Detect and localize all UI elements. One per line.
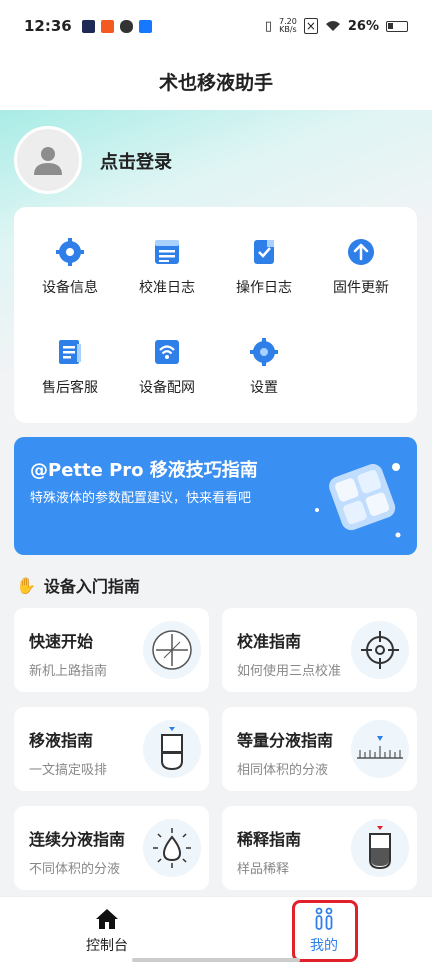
compass-icon: [143, 621, 201, 679]
menu-item-network-config[interactable]: 设备配网: [117, 337, 217, 397]
alipay-notification-icon: [138, 19, 152, 33]
login-link[interactable]: 点击登录: [100, 148, 172, 174]
page-title: 术也移液助手: [158, 71, 273, 94]
guide-section-header: ✋ 设备入门指南: [16, 573, 140, 597]
feature-menu-card: 设备信息 校准日志 操作日志 固件更新 售后客服 设备配网 设置: [14, 207, 417, 423]
dilution-tube-icon: [351, 819, 409, 877]
guide-card-title: 校准指南: [237, 632, 302, 651]
notification-icons: [81, 19, 152, 33]
status-time: 12:36: [24, 17, 72, 35]
gear-icon: [55, 237, 85, 267]
guide-card-title: 连续分液指南: [29, 830, 126, 849]
status-right: ▯ 7.20 KB/s × 26%: [265, 18, 408, 34]
guide-card-pipetting[interactable]: 移液指南 一文搞定吸排: [14, 707, 209, 791]
ruler-icon: [351, 720, 409, 778]
wifi-status-icon: [325, 21, 340, 31]
guide-card-title: 快速开始: [29, 632, 94, 651]
guide-card-dilution[interactable]: 稀释指南 样品稀释: [222, 806, 417, 890]
guide-card-subtitle: 样品稀释: [237, 862, 290, 877]
guide-card-subtitle: 不同体积的分液: [29, 862, 121, 877]
menu-item-settings[interactable]: 设置: [214, 337, 314, 397]
upload-icon: [346, 237, 376, 267]
menu-item-calibration-log[interactable]: 校准日志: [117, 237, 217, 297]
play-notification-icon: [81, 19, 95, 33]
menu-item-operation-log[interactable]: 操作日志: [214, 237, 314, 297]
menu-item-customer-service[interactable]: 售后客服: [20, 337, 120, 397]
menu-item-label: 设置: [250, 380, 278, 396]
link-notification-icon: [119, 19, 133, 33]
document-icon: [152, 237, 182, 267]
battery-icon: [386, 20, 408, 32]
home-indicator: [132, 958, 300, 962]
wave-hand-icon: ✋: [16, 575, 36, 595]
tab-console[interactable]: 控制台: [57, 907, 157, 955]
section-title: 设备入门指南: [43, 577, 140, 596]
avatar[interactable]: [14, 126, 82, 194]
selection-highlight: [292, 900, 358, 962]
menu-item-label: 校准日志: [139, 280, 195, 296]
menu-item-label: 设备信息: [42, 280, 98, 296]
x-icon: ×: [303, 18, 318, 34]
guide-card-subtitle: 一文搞定吸排: [29, 763, 108, 778]
status-bar: 12:36 ▯ 7.20 KB/s × 26%: [0, 0, 432, 52]
crosshair-icon: [351, 621, 409, 679]
guide-card-title: 等量分液指南: [237, 731, 334, 750]
net-speed-unit: KB/s: [279, 25, 297, 34]
home-icon: [57, 907, 157, 931]
app-notification-icon: [100, 19, 114, 33]
guide-card-equal-dispense[interactable]: 等量分液指南 相同体积的分液: [222, 707, 417, 791]
menu-item-label: 固件更新: [333, 280, 389, 296]
guide-card-title: 移液指南: [29, 731, 94, 750]
banner-illustration-icon: [315, 463, 401, 538]
guide-card-calibration[interactable]: 校准指南 如何使用三点校准: [222, 608, 417, 692]
status-left: 12:36: [24, 17, 152, 35]
menu-item-label: 售后客服: [42, 380, 98, 396]
guide-card-subtitle: 相同体积的分液: [237, 763, 329, 778]
menu-item-label: 设备配网: [139, 380, 195, 396]
menu-item-device-info[interactable]: 设备信息: [20, 237, 120, 297]
settings-icon: [249, 337, 279, 367]
tube-icon: [143, 720, 201, 778]
checklist-icon: [249, 237, 279, 267]
page-title-bar: 术也移液助手: [0, 52, 432, 110]
banner-subtitle: 特殊液体的参数配置建议，快来看看吧: [30, 491, 252, 506]
guide-card-quick-start[interactable]: 快速开始 新机上路指南: [14, 608, 209, 692]
menu-item-firmware-update[interactable]: 固件更新: [311, 237, 411, 297]
tab-label: 控制台: [86, 938, 128, 954]
guide-card-subtitle: 如何使用三点校准: [237, 664, 342, 679]
banner-title: @Pette Pro 移液技巧指南: [30, 460, 258, 481]
guide-card-continuous-dispense[interactable]: 连续分液指南 不同体积的分液: [14, 806, 209, 890]
guide-card-title: 稀释指南: [237, 830, 302, 849]
net-speed: 7.20 KB/s: [279, 18, 297, 34]
user-icon: [34, 147, 62, 175]
menu-item-label: 操作日志: [236, 280, 292, 296]
droplet-icon: [143, 819, 201, 877]
vibrate-icon: ▯: [264, 18, 272, 34]
battery-percent: 26%: [347, 18, 379, 34]
bottom-tab-bar: 控制台 我的: [0, 896, 432, 964]
wifi-icon: [152, 337, 182, 367]
tips-banner[interactable]: @Pette Pro 移液技巧指南 特殊液体的参数配置建议，快来看看吧: [14, 437, 417, 555]
guide-card-subtitle: 新机上路指南: [29, 664, 108, 679]
service-icon: [55, 337, 85, 367]
